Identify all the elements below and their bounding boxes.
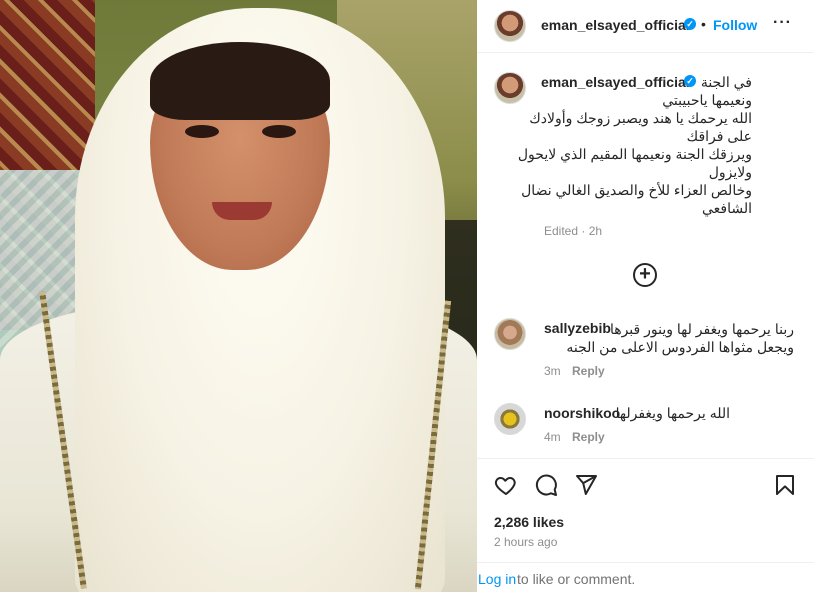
reply-button[interactable]: Reply (572, 364, 605, 378)
comment-username[interactable]: sallyzebib (544, 320, 611, 336)
comment-avatar[interactable] (494, 403, 526, 435)
comment-avatar[interactable] (494, 318, 526, 350)
likes-count[interactable]: 2,286 likes (494, 514, 564, 530)
login-link[interactable]: Log in (478, 571, 516, 587)
post-timestamp[interactable]: 2 hours ago (494, 535, 557, 549)
author-avatar[interactable] (494, 10, 526, 42)
photo-eye-left (185, 125, 219, 138)
photo-mouth (212, 202, 272, 220)
post-photo[interactable] (0, 0, 477, 592)
comment-username[interactable]: noorshikoo (544, 405, 620, 421)
like-heart-icon[interactable] (494, 473, 518, 497)
share-paper-plane-icon[interactable] (574, 473, 598, 497)
caption-line: الشافعي (701, 200, 752, 216)
photo-hair (150, 42, 330, 120)
caption-line: على فراقك (686, 128, 752, 144)
login-prompt: Log in to like or comment. (477, 562, 814, 592)
caption-line: الله يرحمك يا هند ويصبر زوجك وأولادك (529, 110, 752, 126)
comment-time: 4m (544, 430, 561, 444)
comment-text: ربنا يرحمها ويغفر لها وينور قبرها (609, 321, 794, 337)
post-side-panel: eman_elsayed_official ✓ • Follow ··· ema… (477, 0, 814, 592)
comment-bubble-icon[interactable] (534, 473, 558, 497)
login-prompt-text: to like or comment. (517, 571, 636, 587)
caption-line: وخالص العزاء للأخ والصديق الغالي نضال (521, 182, 752, 198)
reply-button[interactable]: Reply (572, 430, 605, 444)
follow-button[interactable]: Follow (713, 17, 757, 33)
caption-line: ونعيمها ياحبيبتي (662, 92, 752, 108)
verified-badge-icon: ✓ (684, 18, 696, 30)
caption-line: في الجنة (700, 74, 752, 90)
header-separator: • (701, 16, 706, 32)
caption-line: ويرزقك الجنة ونعيمها المقيم الذي لايحول (517, 146, 752, 162)
more-options-icon[interactable]: ··· (773, 14, 792, 32)
save-bookmark-icon[interactable] (773, 473, 797, 497)
caption-text-body: ونعيمها ياحبيبتي الله يرحمك يا هند ويصبر… (512, 91, 752, 217)
comment-text: الله يرحمها ويغفرلها (615, 405, 730, 421)
load-more-comments-icon[interactable]: + (633, 263, 657, 287)
caption-text: في الجنة (512, 73, 752, 91)
author-username[interactable]: eman_elsayed_official (541, 17, 690, 33)
post-header: eman_elsayed_official ✓ • Follow ··· (477, 0, 814, 53)
comment-text: ويجعل مثواها الفردوس الاعلى من الجنه (566, 339, 794, 355)
caption-edited-time: Edited · 2h (544, 224, 603, 238)
action-bar-divider (477, 458, 814, 459)
caption-line: ولايزول (708, 164, 752, 180)
comment-time: 3m (544, 364, 561, 378)
photo-eye-right (262, 125, 296, 138)
